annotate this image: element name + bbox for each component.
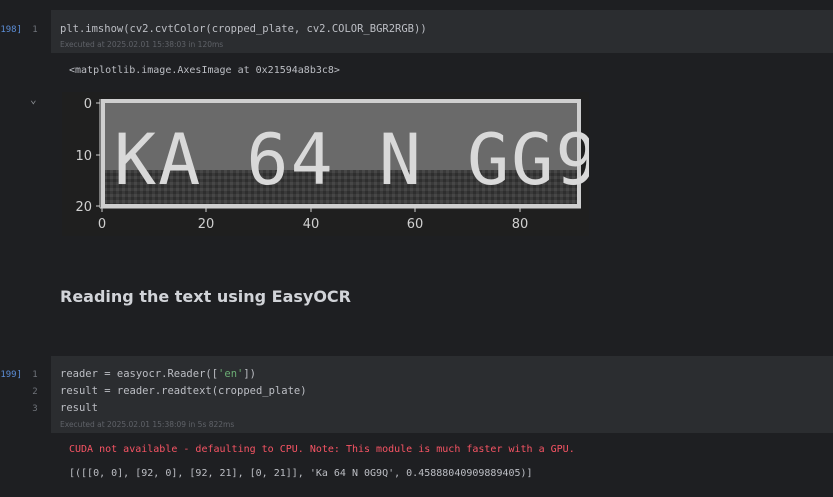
x-tick-label: 0	[98, 217, 106, 232]
code-line[interactable]: result = reader.readtext(cropped_plate)	[60, 385, 307, 397]
code-line[interactable]: reader = easyocr.Reader(['en'])	[60, 368, 256, 380]
execution-count: 199]	[0, 370, 22, 380]
code-line[interactable]: result	[60, 402, 98, 414]
line-number: 2	[32, 387, 38, 397]
y-tick-label: 20	[75, 200, 92, 215]
output-repr: <matplotlib.image.AxesImage at 0x21594a8…	[69, 65, 340, 76]
y-tick-label: 0	[84, 97, 92, 112]
code-text: reader = easyocr.Reader([	[60, 368, 219, 380]
markdown-heading: Reading the text using EasyOCR	[60, 287, 351, 306]
line-number: 1	[32, 370, 38, 380]
code-text: ])	[243, 368, 256, 380]
x-tick-label: 40	[303, 217, 320, 232]
x-tick-label: 20	[198, 217, 215, 232]
string-literal: 'en'	[218, 368, 244, 380]
warning-output: CUDA not available - defaulting to CPU. …	[69, 444, 575, 455]
plate-text: KA 64 N GG99	[114, 119, 589, 201]
result-output: [([[0, 0], [92, 0], [92, 21], [0, 21]], …	[69, 468, 533, 479]
plot-output: KA 64 N GG99 0 10 20 0 20 40 60 80	[62, 92, 642, 236]
plate-image-plot: KA 64 N GG99 0 10 20 0 20 40 60 80	[75, 97, 641, 232]
code-line[interactable]: plt.imshow(cv2.cvtColor(cropped_plate, c…	[60, 23, 427, 35]
chevron-down-icon[interactable]: ⌄	[30, 93, 37, 106]
execution-count: 198]	[0, 25, 22, 35]
x-tick-label: 60	[407, 217, 424, 232]
y-tick-label: 10	[75, 149, 92, 164]
execution-meta: Executed at 2025.02.01 15:38:09 in 5s 82…	[60, 420, 235, 429]
x-tick-label: 80	[512, 217, 529, 232]
execution-meta: Executed at 2025.02.01 15:38:03 in 120ms	[60, 40, 224, 49]
line-number: 3	[32, 404, 38, 414]
line-number: 1	[32, 25, 38, 35]
